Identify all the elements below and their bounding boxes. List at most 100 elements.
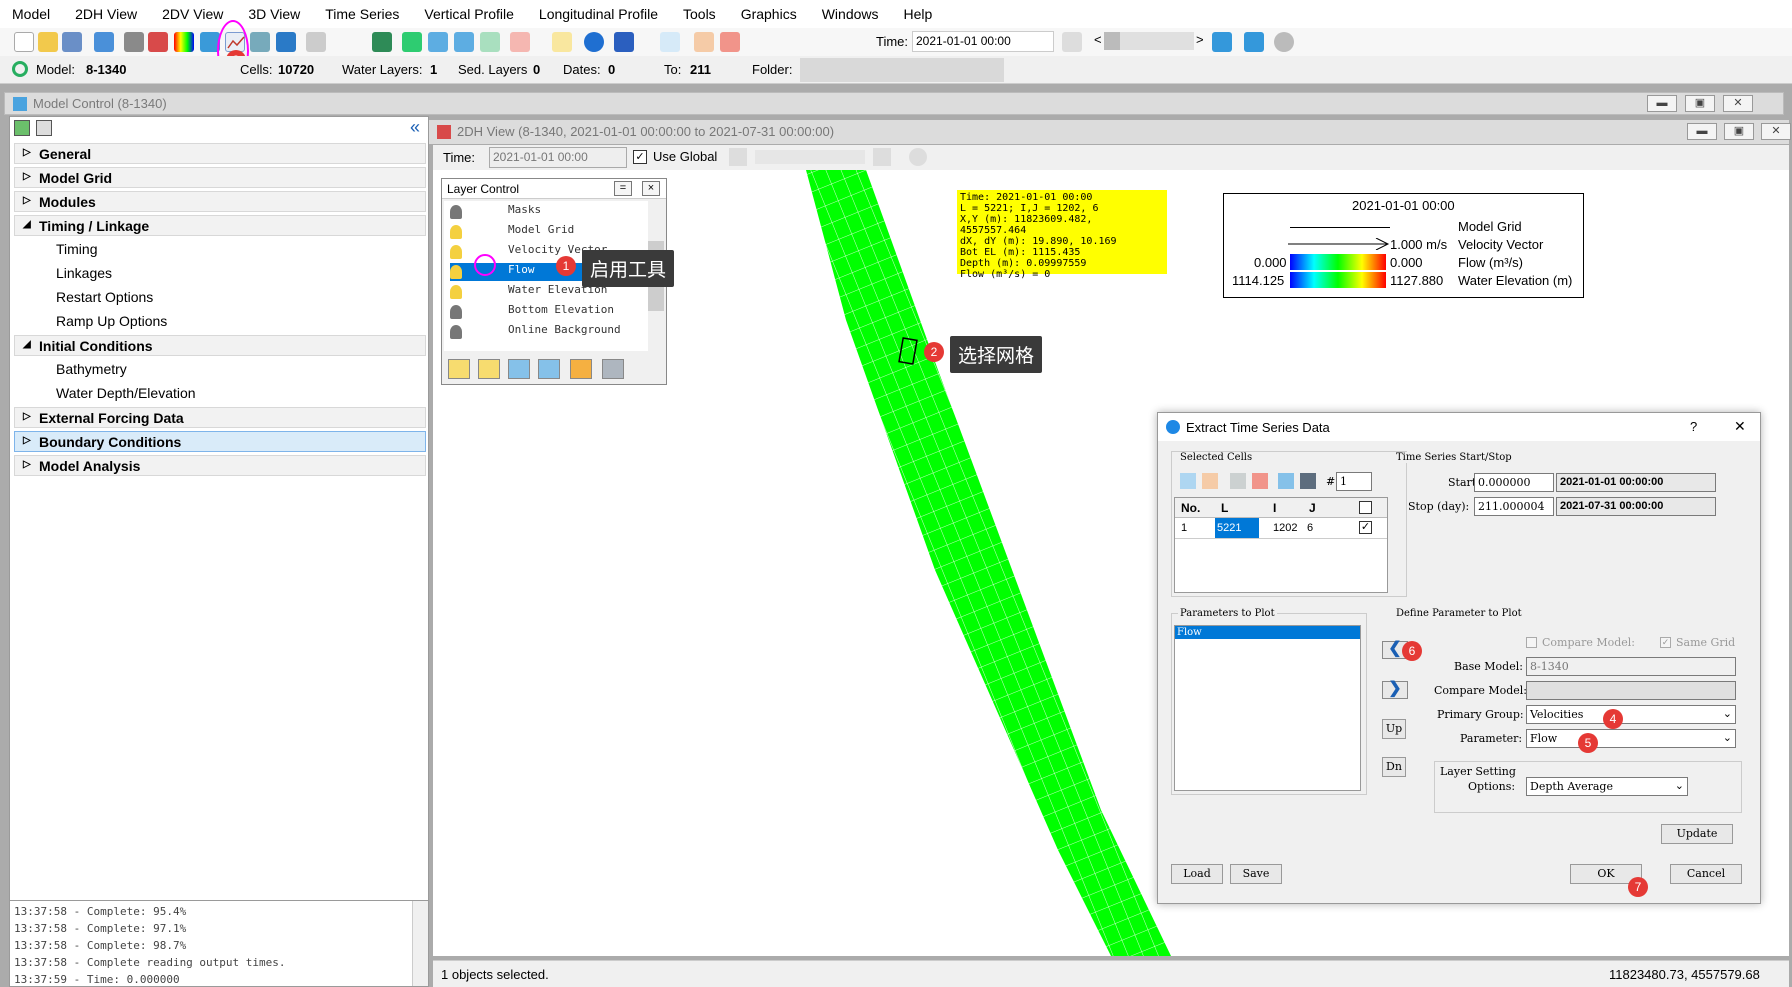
view-first-frame-icon[interactable] (729, 148, 747, 166)
menu-time-series[interactable]: Time Series (325, 6, 399, 22)
tree-boundary-conditions[interactable]: ▷ Boundary Conditions (14, 431, 426, 452)
tree-water-depth[interactable]: Water Depth/Elevation (56, 385, 196, 401)
count-field[interactable]: 1 (1336, 472, 1372, 491)
tree-linkages[interactable]: Linkages (56, 265, 112, 281)
bulb-on-icon[interactable] (450, 225, 462, 239)
compare-model-dropdown[interactable] (1526, 681, 1736, 700)
tools-icon[interactable] (306, 32, 326, 52)
longitudinal-icon[interactable] (276, 32, 296, 52)
same-grid-checkbox[interactable]: ✓ (1660, 637, 1671, 648)
info-icon[interactable] (584, 32, 604, 52)
cog-red-icon[interactable] (720, 32, 740, 52)
collapse-panel-button[interactable]: « (410, 117, 420, 138)
tree-timing[interactable]: Timing (56, 241, 98, 257)
layer-save-icon[interactable] (602, 359, 624, 379)
2dh-icon[interactable] (148, 32, 168, 52)
view-minimize-button[interactable]: ▬ (1687, 123, 1717, 140)
profile-icon[interactable] (250, 32, 270, 52)
layer-bottom-elevation[interactable]: Bottom Elevation (450, 303, 635, 321)
table-row[interactable]: 1 5221 1202 6 ✓ (1175, 518, 1387, 539)
use-global-checkbox[interactable]: ✓ (633, 150, 647, 164)
layer-up-icon[interactable] (508, 359, 530, 379)
layer-control-min-button[interactable]: = (614, 181, 632, 196)
zoom-window-icon[interactable] (454, 32, 474, 52)
start-field[interactable]: 0.000000 (1474, 473, 1554, 492)
layer-folder-icon[interactable] (570, 359, 592, 379)
settings-grid-icon[interactable] (660, 32, 680, 52)
grid-icon[interactable] (124, 32, 144, 52)
select-pointer-icon[interactable] (552, 32, 572, 52)
layers-icon[interactable] (372, 32, 392, 52)
time-slider[interactable] (1104, 32, 1194, 50)
paste-icon[interactable] (1202, 473, 1218, 489)
measure-icon[interactable] (694, 32, 714, 52)
compare-model-checkbox[interactable] (1526, 637, 1537, 648)
layer-masks[interactable]: Masks (450, 203, 635, 221)
view-close-button[interactable]: ✕ (1761, 123, 1791, 140)
copy-icon[interactable] (1180, 473, 1196, 489)
bulb-on-icon[interactable] (450, 245, 462, 259)
options-dropdown[interactable]: Depth Average ⌄ (1526, 777, 1688, 796)
tree-modules[interactable]: ▷ Modules (14, 191, 426, 212)
close-button[interactable]: ✕ (1723, 95, 1753, 112)
tree-timing-linkage[interactable]: ◢ Timing / Linkage (14, 215, 426, 236)
layer-online-background[interactable]: Online Background (450, 323, 635, 341)
row-checkbox[interactable]: ✓ (1359, 521, 1372, 534)
log-scrollbar[interactable] (412, 901, 428, 986)
header-checkbox[interactable] (1359, 501, 1372, 514)
maximize-button[interactable]: ▣ (1685, 95, 1715, 112)
menu-windows[interactable]: Windows (822, 6, 879, 22)
layer-control-close-button[interactable]: × (642, 181, 660, 196)
last-frame-icon[interactable] (1212, 32, 1232, 52)
export-icon[interactable] (1300, 473, 1316, 489)
layer-down-icon[interactable] (538, 359, 560, 379)
add-layer-icon[interactable] (448, 359, 470, 379)
tree-ramp-up-options[interactable]: Ramp Up Options (56, 313, 167, 329)
view-settings-icon[interactable] (909, 148, 927, 166)
bulb-on-icon[interactable] (450, 285, 462, 299)
menu-help[interactable]: Help (904, 6, 933, 22)
menu-2dh-view[interactable]: 2DH View (75, 6, 137, 22)
delete-row-icon[interactable] (1252, 473, 1268, 489)
param-item[interactable]: Flow (1175, 626, 1360, 639)
new-file-icon[interactable] (14, 32, 34, 52)
load-button[interactable]: Load (1171, 864, 1223, 884)
view-maximize-button[interactable]: ▣ (1724, 123, 1754, 140)
play-icon[interactable] (1244, 32, 1264, 52)
update-button[interactable]: Update (1661, 824, 1733, 844)
menu-tools[interactable]: Tools (683, 6, 716, 22)
bulb-off-icon[interactable] (450, 205, 462, 219)
row-L[interactable]: 5221 (1215, 518, 1259, 538)
layer-model-grid[interactable]: Model Grid (450, 223, 635, 241)
import-icon[interactable] (1278, 473, 1294, 489)
cancel-button[interactable]: Cancel (1670, 864, 1742, 884)
tree-general[interactable]: ▷ General (14, 143, 426, 164)
pan-icon[interactable] (480, 32, 500, 52)
minimize-button[interactable]: ▬ (1647, 95, 1677, 112)
dialog-close-button[interactable]: ✕ (1734, 418, 1746, 435)
first-frame-icon[interactable] (1062, 32, 1082, 52)
row-I[interactable]: 1202 (1273, 522, 1297, 534)
zoom-extent-icon[interactable] (402, 32, 422, 52)
save-icon[interactable] (62, 32, 82, 52)
tree-restart-options[interactable]: Restart Options (56, 289, 153, 305)
tree-bathymetry[interactable]: Bathymetry (56, 361, 127, 377)
bulb-off-icon[interactable] (450, 325, 462, 339)
colormap-icon[interactable] (174, 32, 194, 52)
tree-external-forcing[interactable]: ▷ External Forcing Data (14, 407, 426, 428)
save-button[interactable]: Save (1230, 864, 1282, 884)
bulb-off-icon[interactable] (450, 305, 462, 319)
animation-settings-icon[interactable] (1274, 32, 1294, 52)
row-J[interactable]: 6 (1307, 522, 1313, 534)
zoom-icon[interactable] (428, 32, 448, 52)
menu-graphics[interactable]: Graphics (741, 6, 797, 22)
expand-all-icon[interactable] (14, 120, 30, 136)
river-grid[interactable] (806, 170, 1171, 956)
menu-longitudinal-profile[interactable]: Longitudinal Profile (539, 6, 658, 22)
refresh-icon[interactable] (12, 61, 28, 77)
polyline-icon[interactable] (510, 32, 530, 52)
view-time-slider[interactable] (755, 150, 865, 164)
stop-field[interactable]: 211.000004 (1474, 497, 1554, 516)
bulb-on-icon[interactable] (450, 265, 462, 279)
tree-model-analysis[interactable]: ▷ Model Analysis (14, 455, 426, 476)
